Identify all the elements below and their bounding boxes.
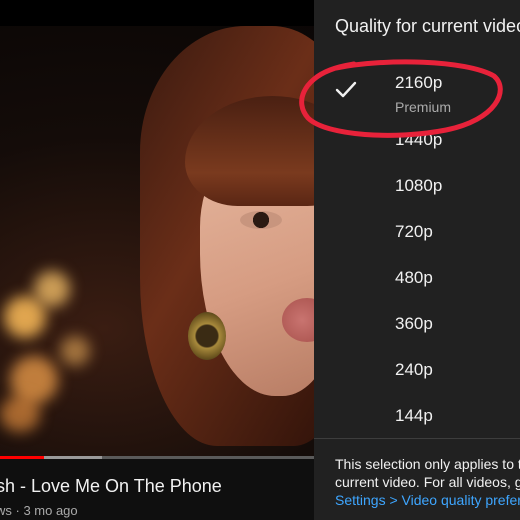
quality-option-360p[interactable]: 360p bbox=[314, 302, 520, 348]
bokeh-light bbox=[34, 271, 70, 307]
quality-option-240p[interactable]: 240p bbox=[314, 348, 520, 394]
quality-option-label: 720p bbox=[395, 222, 433, 241]
quality-option-2160p[interactable]: 2160p Premium bbox=[314, 61, 520, 115]
video-frame-eye bbox=[240, 211, 282, 229]
footer-text: This selection only applies to the curre… bbox=[335, 456, 520, 490]
quality-option-label: 240p bbox=[395, 360, 433, 379]
settings-link[interactable]: Settings > Video quality preferences. bbox=[335, 492, 520, 508]
quality-option-label: 2160p bbox=[395, 73, 443, 92]
panel-divider bbox=[314, 438, 520, 439]
quality-option-sub: Premium bbox=[395, 99, 452, 115]
quality-option-1440p[interactable]: 1440p bbox=[314, 118, 520, 164]
video-meta: ws · 3 mo ago bbox=[0, 503, 78, 518]
panel-title: Quality for current video bbox=[335, 16, 520, 36]
quality-option-label: 1080p bbox=[395, 176, 443, 195]
quality-option-label: 144p bbox=[395, 406, 433, 425]
panel-footer: This selection only applies to the curre… bbox=[335, 455, 520, 509]
video-title[interactable]: sh - Love Me On The Phone bbox=[0, 476, 222, 497]
quality-option-720p[interactable]: 720p bbox=[314, 210, 520, 256]
quality-option-1080p[interactable]: 1080p bbox=[314, 164, 520, 210]
screen: sh - Love Me On The Phone ws · 3 mo ago … bbox=[0, 0, 520, 520]
checkmark-icon bbox=[335, 81, 357, 98]
quality-option-144p[interactable]: 144p bbox=[314, 394, 520, 440]
quality-option-label: 1440p bbox=[395, 130, 443, 149]
quality-option-label: 360p bbox=[395, 314, 433, 333]
quality-option-480p[interactable]: 480p bbox=[314, 256, 520, 302]
progress-played bbox=[0, 456, 45, 459]
quality-panel: Quality for current video 2160p Premium … bbox=[314, 0, 520, 520]
bokeh-light bbox=[0, 396, 40, 432]
quality-option-label: 480p bbox=[395, 268, 433, 287]
bokeh-light bbox=[60, 336, 90, 366]
video-frame-earring bbox=[188, 312, 226, 360]
